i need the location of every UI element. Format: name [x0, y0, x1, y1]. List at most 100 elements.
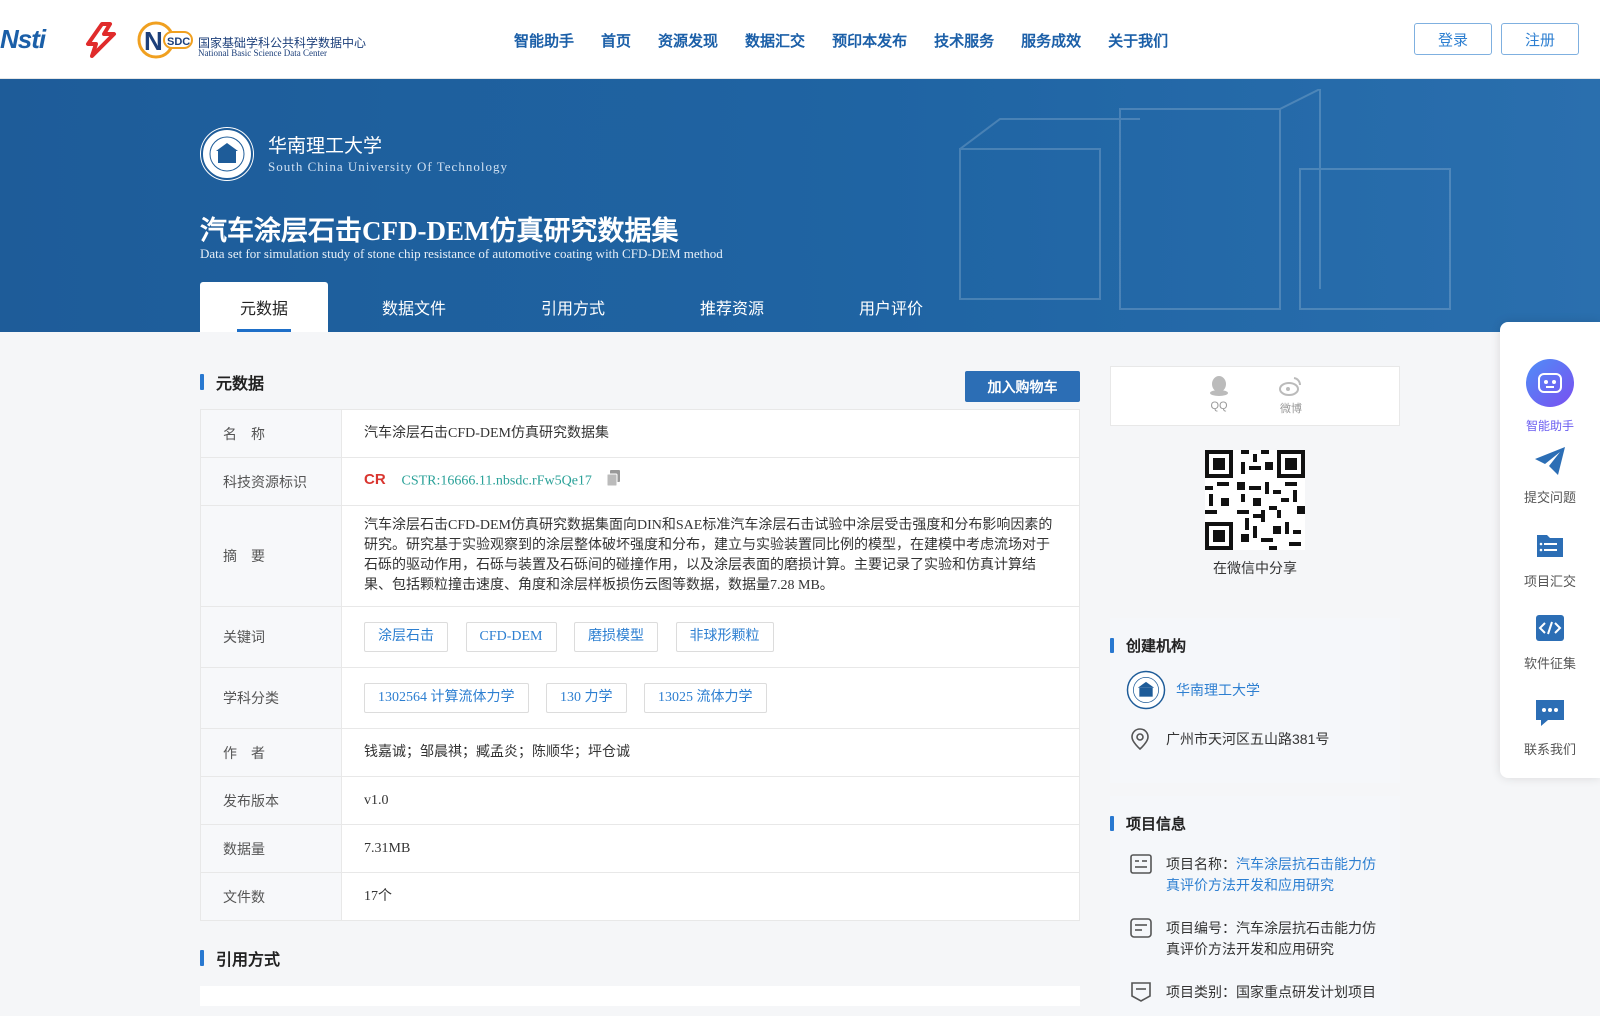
tab-recommended[interactable]: 推荐资源	[646, 282, 818, 332]
cas-logo[interactable]	[82, 22, 120, 58]
code-icon	[1536, 615, 1564, 641]
citation-box	[200, 986, 1080, 1006]
field-label: 数据量	[200, 824, 342, 873]
float-submit-question-button[interactable]: 提交问题	[1500, 446, 1600, 506]
project-code-label: 项目编号：	[1166, 920, 1236, 936]
dataset-hero-banner: 华南理工大学 South China University Of Technol…	[0, 79, 1600, 332]
dataset-tabs: 元数据 数据文件 引用方式 推荐资源 用户评价	[200, 282, 964, 332]
add-to-cart-button[interactable]: 加入购物车	[965, 371, 1080, 402]
tab-reviews[interactable]: 用户评价	[818, 282, 964, 332]
project-name-label: 项目名称：	[1166, 856, 1236, 872]
citation-section: 引用方式	[200, 948, 280, 969]
subject-tag[interactable]: 13025 流体力学	[644, 683, 767, 713]
project-type-icon	[1131, 982, 1151, 1002]
section-accent-bar	[1110, 815, 1114, 831]
field-value-authors: 钱嘉诚；邹晨祺；臧孟炎；陈顺华；坪仓诚	[341, 728, 1080, 777]
float-software-collect-button[interactable]: 软件征集	[1500, 614, 1600, 672]
field-label: 发布版本	[200, 776, 342, 825]
university-name-cn[interactable]: 华南理工大学	[268, 131, 382, 158]
tab-citation[interactable]: 引用方式	[500, 282, 646, 332]
project-type-label: 项目类别：	[1166, 984, 1236, 1000]
section-accent-bar	[200, 374, 204, 390]
metadata-table: 名 称 汽车涂层石击CFD-DEM仿真研究数据集 科技资源标识 CR CSTR:…	[200, 409, 1080, 921]
svg-text:N: N	[144, 26, 163, 56]
float-contact-button[interactable]: 联系我们	[1500, 698, 1600, 758]
keyword-tag[interactable]: 非球形颗粒	[675, 622, 774, 652]
keyword-tag[interactable]: 磨损模型	[574, 622, 659, 652]
table-row: 作 者 钱嘉诚；邹晨祺；臧孟炎；陈顺华；坪仓诚	[200, 728, 1080, 777]
field-value-size: 7.31MB	[341, 824, 1080, 873]
field-label: 关键词	[200, 606, 342, 668]
nav-item-tech-service[interactable]: 技术服务	[934, 30, 994, 51]
table-row: 关键词 涂层石击 CFD-DEM 磨损模型 非球形颗粒	[200, 606, 1080, 668]
location-pin-icon	[1131, 728, 1149, 750]
register-button[interactable]: 注册	[1501, 23, 1579, 55]
project-card-icon	[1130, 854, 1152, 874]
copy-icon[interactable]	[606, 470, 621, 493]
wechat-qr-code	[1205, 450, 1305, 550]
paper-plane-icon	[1535, 447, 1565, 475]
field-value-abstract: 汽车涂层石击CFD-DEM仿真研究数据集面向DIN和SAE标准汽车涂层石击试验中…	[341, 505, 1080, 607]
project-type-value: 国家重点研发计划项目	[1236, 984, 1376, 1000]
float-assistant-button[interactable]: 智能助手	[1500, 358, 1600, 434]
nav-item-home[interactable]: 首页	[601, 30, 631, 51]
university-logo[interactable]	[200, 127, 254, 181]
wechat-share-label: 在微信中分享	[1213, 560, 1297, 576]
share-weibo-button[interactable]: 微博	[1271, 375, 1311, 416]
float-project-submit-button[interactable]: 项目汇交	[1500, 530, 1600, 590]
nav-item-outcomes[interactable]: 服务成效	[1021, 30, 1081, 51]
svg-text:CR: CR	[364, 471, 386, 486]
folder-list-icon	[1537, 535, 1563, 557]
project-info-card: 项目信息 项目名称：汽车涂层抗石击能力仿真评价方法开发和应用研究 项目编号：汽车…	[1110, 796, 1400, 1016]
card-title: 项目信息	[1126, 815, 1187, 833]
field-value-file-count: 17个	[341, 872, 1080, 921]
field-value-name: 汽车涂层石击CFD-DEM仿真研究数据集	[341, 409, 1080, 458]
university-name-en: South China University Of Technology	[268, 159, 508, 174]
top-navigation-bar: Nsti N SDC 国家基础学科公共科学数据中心 National Basic…	[0, 0, 1600, 79]
tab-metadata[interactable]: 元数据	[200, 282, 328, 332]
table-row: 文件数 17个	[200, 872, 1080, 921]
qq-icon	[1210, 376, 1228, 396]
subject-tag[interactable]: 130 力学	[546, 683, 627, 713]
nav-item-data-submit[interactable]: 数据汇交	[745, 30, 805, 51]
institution-name-link[interactable]: 华南理工大学	[1176, 680, 1260, 700]
table-row: 名 称 汽车涂层石击CFD-DEM仿真研究数据集	[200, 409, 1080, 458]
section-accent-bar	[1110, 637, 1114, 653]
table-row: 数据量 7.31MB	[200, 824, 1080, 873]
creator-institution-card: 创建机构 华南理工大学 广州市天河区五山路381号	[1110, 618, 1400, 783]
dataset-title: 汽车涂层石击CFD-DEM仿真研究数据集	[200, 216, 679, 246]
keyword-tag[interactable]: CFD-DEM	[465, 622, 557, 652]
field-label: 文件数	[200, 872, 342, 921]
section-title: 元数据	[216, 376, 265, 393]
field-label: 科技资源标识	[200, 457, 342, 506]
table-row: 发布版本 v1.0	[200, 776, 1080, 825]
nav-item-about[interactable]: 关于我们	[1108, 30, 1168, 51]
cstr-logo[interactable]: Nsti	[0, 24, 70, 54]
share-qq-button[interactable]: QQ	[1199, 375, 1239, 412]
field-label: 摘 要	[200, 505, 342, 607]
nav-item-discovery[interactable]: 资源发现	[658, 30, 718, 51]
institution-address: 广州市天河区五山路381号	[1166, 731, 1330, 747]
nsdc-logo[interactable]: N SDC 国家基础学科公共科学数据中心 National Basic Scie…	[136, 20, 366, 60]
dataset-title-en: Data set for simulation study of stone c…	[200, 246, 723, 261]
nav-item-preprint[interactable]: 预印本发布	[832, 30, 907, 51]
background-cubes-illustration	[959, 89, 1451, 310]
chat-bubble-icon	[1536, 700, 1564, 726]
tab-data-files[interactable]: 数据文件	[328, 282, 500, 332]
section-accent-bar	[200, 950, 204, 966]
table-row: 科技资源标识 CR CSTR:16666.11.nbsdc.rFw5Qe17	[200, 457, 1080, 506]
svg-text:SDC: SDC	[167, 36, 190, 48]
cstr-identifier-link[interactable]: CSTR:16666.11.nbsdc.rFw5Qe17	[402, 474, 592, 489]
university-logo-small[interactable]	[1126, 670, 1166, 710]
login-button[interactable]: 登录	[1414, 23, 1492, 55]
share-panel: QQ 微博	[1110, 366, 1400, 426]
field-label: 作 者	[200, 728, 342, 777]
nav-item-assistant[interactable]: 智能助手	[514, 30, 574, 51]
table-row: 学科分类 1302564 计算流体力学 130 力学 13025 流体力学	[200, 667, 1080, 729]
weibo-icon	[1279, 377, 1302, 396]
field-label: 名 称	[200, 409, 342, 458]
keyword-tag[interactable]: 涂层石击	[364, 622, 448, 652]
right-sidebar: QQ 微博 在微信中分享 创建机构 华南理工大学 广州市天河区五山路381号 项…	[1110, 366, 1400, 1016]
cstr-logo-icon: CR	[364, 470, 394, 493]
subject-tag[interactable]: 1302564 计算流体力学	[364, 683, 529, 713]
